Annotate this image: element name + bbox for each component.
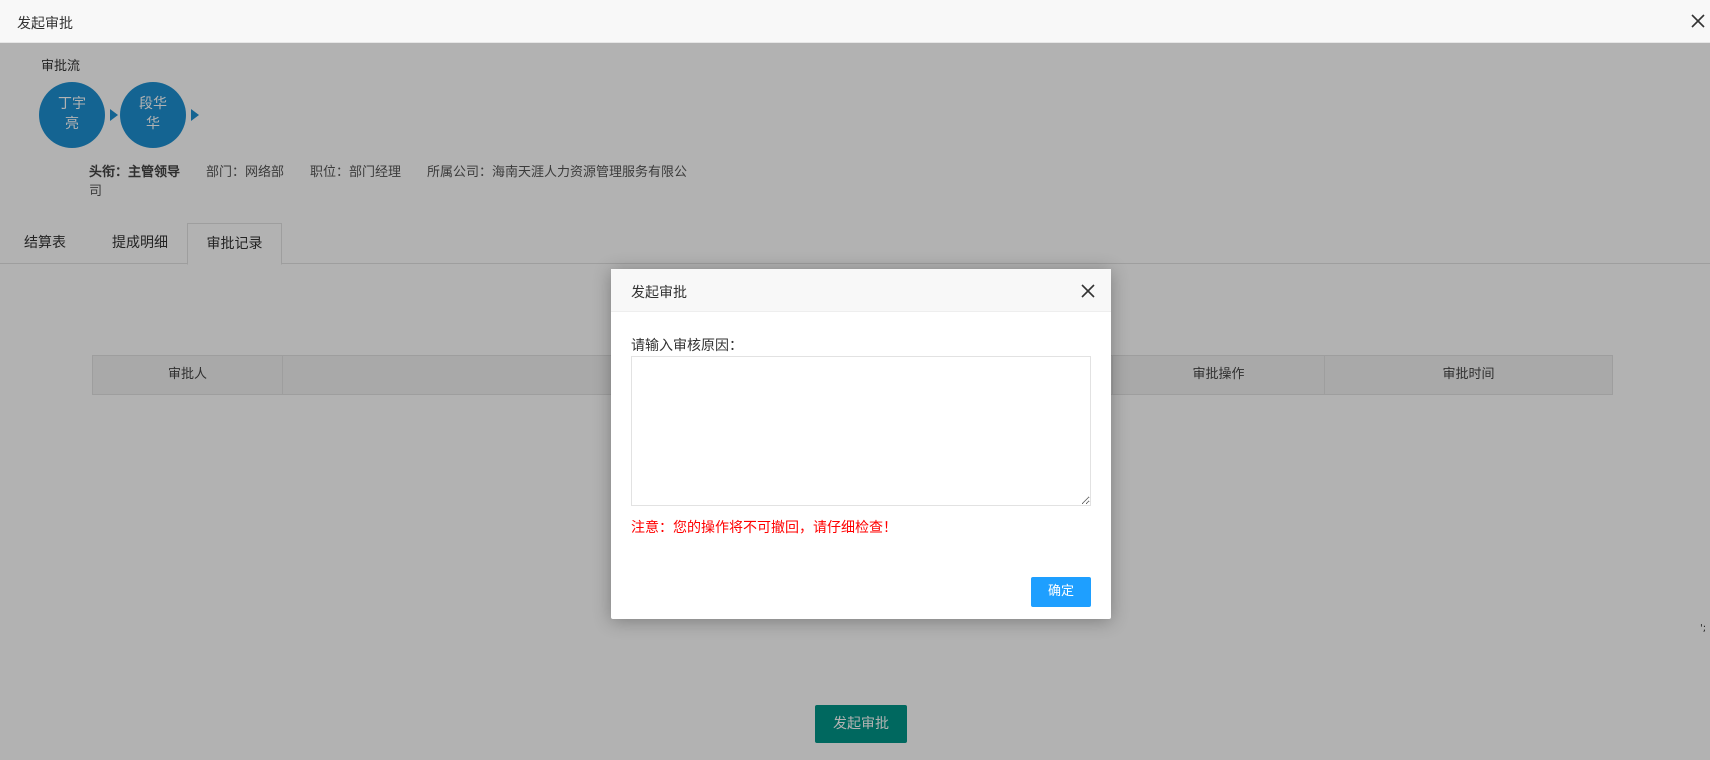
close-icon[interactable] bbox=[1690, 13, 1706, 29]
dialog-title: 发起审批 bbox=[631, 285, 687, 301]
dialog-header: 发起审批 bbox=[611, 269, 1111, 312]
window-title: 发起审批 bbox=[17, 16, 73, 32]
window-header: 发起审批 bbox=[0, 0, 1710, 43]
close-icon[interactable] bbox=[1080, 283, 1096, 299]
warning-text: 注意：您的操作将不可撤回，请仔细检查！ bbox=[631, 520, 897, 536]
approval-dialog: 发起审批 请输入审核原因： 注意：您的操作将不可撤回，请仔细检查！ 确定 bbox=[611, 269, 1111, 619]
reason-label: 请输入审核原因： bbox=[631, 338, 743, 354]
confirm-button[interactable]: 确定 bbox=[1031, 577, 1091, 607]
reason-textarea[interactable] bbox=[631, 356, 1091, 506]
